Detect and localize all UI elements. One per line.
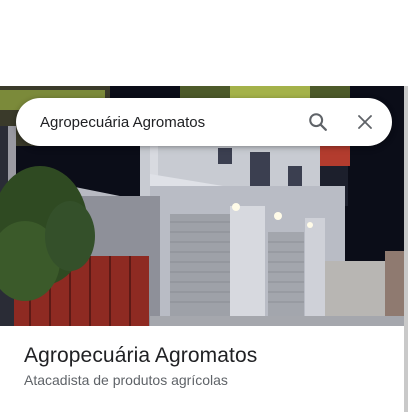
scrollbar[interactable] [404,86,408,412]
place-category[interactable]: Atacadista de produtos agrícolas [24,372,228,388]
close-button[interactable] [347,104,383,140]
place-title: Agropecuária Agromatos [24,344,258,367]
search-icon [309,113,327,131]
search-box [16,98,392,146]
place-panel: Agropecuária Agromatos Atacadista de pro… [0,0,408,412]
search-button[interactable] [300,104,336,140]
close-icon [358,115,372,129]
search-input[interactable] [40,98,295,146]
